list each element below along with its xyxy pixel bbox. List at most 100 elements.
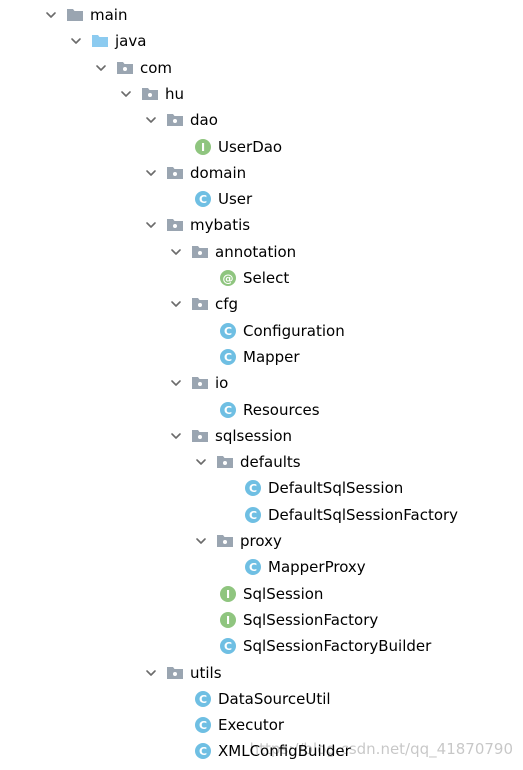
tree-item-label: utils: [190, 663, 222, 682]
package-icon: [166, 111, 184, 129]
svg-text:C: C: [249, 482, 257, 495]
tree-item-sqlsessionfactory[interactable]: I SqlSessionFactory: [0, 607, 523, 633]
package-icon: [216, 532, 234, 550]
interface-icon: I: [194, 138, 212, 156]
class-icon: C: [244, 558, 262, 576]
tree-item-utils[interactable]: utils: [0, 660, 523, 686]
tree-item-label: defaults: [240, 453, 301, 472]
tree-item-label: com: [140, 58, 173, 77]
chevron-down-icon[interactable]: [119, 87, 133, 101]
tree-item-label: mybatis: [190, 216, 251, 235]
watermark-text: https://blog.csdn.net/qq_41870790: [249, 740, 513, 758]
tree-item-label: SqlSession: [243, 584, 324, 603]
tree-item-datasourceutil[interactable]: C DataSourceUtil: [0, 686, 523, 712]
chevron-down-icon[interactable]: [144, 166, 158, 180]
tree-item-label: annotation: [215, 242, 297, 261]
chevron-down-icon[interactable]: [169, 297, 183, 311]
tree-item-defaultsqlsession[interactable]: C DefaultSqlSession: [0, 475, 523, 501]
tree-item-annotation[interactable]: annotation: [0, 239, 523, 265]
tree-item-main[interactable]: main: [0, 2, 523, 28]
tree-item-label: User: [218, 190, 253, 209]
chevron-down-icon[interactable]: [144, 113, 158, 127]
chevron-down-icon[interactable]: [169, 429, 183, 443]
svg-text:C: C: [199, 193, 207, 206]
package-icon: [166, 164, 184, 182]
annotation-icon: @: [219, 269, 237, 287]
tree-item-label: java: [115, 32, 147, 51]
svg-text:C: C: [249, 561, 257, 574]
tree-item-select[interactable]: @ Select: [0, 265, 523, 291]
tree-item-label: cfg: [215, 295, 239, 314]
tree-item-com[interactable]: com: [0, 55, 523, 81]
package-icon: [141, 85, 159, 103]
tree-item-java[interactable]: java: [0, 28, 523, 54]
package-icon: [166, 216, 184, 234]
tree-item-label: DataSourceUtil: [218, 689, 331, 708]
tree-item-user[interactable]: C User: [0, 186, 523, 212]
class-icon: C: [244, 479, 262, 497]
package-icon: [191, 295, 209, 313]
class-icon: C: [194, 690, 212, 708]
tree-item-sqlsession[interactable]: I SqlSession: [0, 581, 523, 607]
svg-text:C: C: [224, 325, 232, 338]
tree-item-label: io: [215, 374, 229, 393]
package-icon: [116, 59, 134, 77]
class-icon: C: [194, 742, 212, 760]
svg-text:C: C: [249, 509, 257, 522]
svg-text:C: C: [199, 719, 207, 732]
tree-item-mapper[interactable]: C Mapper: [0, 344, 523, 370]
tree-item-proxy[interactable]: proxy: [0, 528, 523, 554]
package-icon: [216, 453, 234, 471]
tree-item-defaults[interactable]: defaults: [0, 449, 523, 475]
chevron-down-icon[interactable]: [94, 61, 108, 75]
chevron-down-icon[interactable]: [169, 376, 183, 390]
folder-icon: [66, 6, 84, 24]
tree-item-label: Resources: [243, 400, 320, 419]
tree-item-label: domain: [190, 163, 247, 182]
tree-item-hu[interactable]: hu: [0, 81, 523, 107]
tree-item-label: Mapper: [243, 347, 300, 366]
tree-item-label: hu: [165, 84, 185, 103]
source-folder-icon: [91, 32, 109, 50]
tree-item-configuration[interactable]: C Configuration: [0, 318, 523, 344]
tree-item-io[interactable]: io: [0, 370, 523, 396]
chevron-down-icon[interactable]: [194, 534, 208, 548]
chevron-down-icon[interactable]: [44, 8, 58, 22]
chevron-down-icon[interactable]: [144, 666, 158, 680]
tree-item-label: sqlsession: [215, 426, 293, 445]
tree-item-label: UserDao: [218, 137, 283, 156]
tree-item-mybatis[interactable]: mybatis: [0, 212, 523, 238]
tree-item-mapperproxy[interactable]: C MapperProxy: [0, 554, 523, 580]
tree-item-cfg[interactable]: cfg: [0, 291, 523, 317]
class-icon: C: [194, 716, 212, 734]
tree-item-label: Executor: [218, 716, 285, 735]
tree-item-domain[interactable]: domain: [0, 160, 523, 186]
svg-text:I: I: [226, 614, 230, 627]
tree-item-dao[interactable]: dao: [0, 107, 523, 133]
interface-icon: I: [219, 585, 237, 603]
chevron-down-icon[interactable]: [194, 455, 208, 469]
chevron-down-icon[interactable]: [69, 34, 83, 48]
chevron-down-icon[interactable]: [169, 245, 183, 259]
tree-item-label: MapperProxy: [268, 558, 366, 577]
tree-item-label: SqlSessionFactory: [243, 610, 379, 629]
chevron-down-icon[interactable]: [144, 218, 158, 232]
svg-text:C: C: [199, 693, 207, 706]
svg-text:I: I: [226, 588, 230, 601]
tree-item-userdao[interactable]: I UserDao: [0, 134, 523, 160]
class-icon: C: [219, 322, 237, 340]
package-icon: [166, 664, 184, 682]
interface-icon: I: [219, 611, 237, 629]
project-tree: main java com hu dao I UserDao domain C User mybat…: [0, 0, 523, 770]
tree-item-executor[interactable]: C Executor: [0, 712, 523, 738]
tree-item-defaultsqlsessionfactory[interactable]: C DefaultSqlSessionFactory: [0, 502, 523, 528]
svg-text:I: I: [201, 141, 205, 154]
tree-item-sqlsessionfactorybuilder[interactable]: C SqlSessionFactoryBuilder: [0, 633, 523, 659]
package-icon: [191, 243, 209, 261]
tree-item-sqlsession[interactable]: sqlsession: [0, 423, 523, 449]
package-icon: [191, 427, 209, 445]
class-icon: C: [219, 637, 237, 655]
class-icon: C: [194, 190, 212, 208]
tree-item-label: proxy: [240, 532, 282, 550]
tree-item-resources[interactable]: C Resources: [0, 397, 523, 423]
